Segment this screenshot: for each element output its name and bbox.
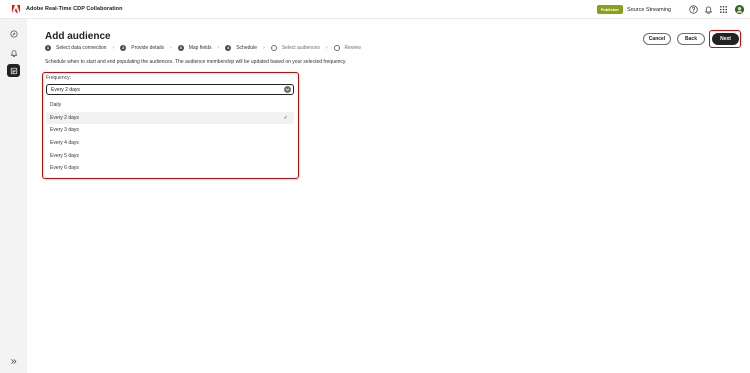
step-number: 3 [177,44,184,51]
top-bar: Adobe Real-Time CDP Collaboration Publis… [0,0,750,19]
checkmark-icon: ✓ [283,114,288,121]
explore-icon[interactable] [7,27,20,40]
chevron-right-icon: › [263,44,265,51]
apps-grid-icon[interactable] [719,5,728,14]
option-every-4-days[interactable]: Every 4 days [46,137,294,150]
step-label: Review [344,44,361,51]
app-title: Adobe Real-Time CDP Collaboration [26,6,123,12]
step-map-fields: 3 Map fields [177,44,212,51]
step-number: 4 [225,44,232,51]
step-label: Schedule [236,44,258,51]
main-panel: Add audience 1 Select data connection › … [27,19,750,373]
role-badge: Publisher [596,5,623,14]
adobe-logo-icon[interactable] [12,5,20,13]
chevron-right-icon: › [325,44,328,51]
bell-rail-icon[interactable] [7,46,20,59]
chevron-right-icon: › [217,44,220,51]
option-label: Every 2 days [50,114,79,121]
step-review: Review [333,44,361,51]
cancel-button[interactable]: Cancel [643,33,671,45]
expand-rail-icon[interactable] [9,357,17,365]
schedule-description: Schedule when to start and end populatin… [45,59,347,65]
stepper: 1 Select data connection › 2 Provide det… [45,43,361,52]
next-button[interactable]: Next [712,33,739,45]
step-number: 2 [120,44,127,51]
option-every-3-days[interactable]: Every 3 days [46,124,294,137]
chevron-right-icon: › [170,44,172,51]
frequency-label: Frequency: [46,75,72,81]
chevron-down-icon[interactable] [284,86,291,93]
step-number [333,44,340,51]
step-label: Select audiences [281,44,320,51]
step-label: Provide details [131,44,165,51]
org-switcher[interactable]: Source Streaming [627,7,671,13]
frequency-options: Daily Every 2 days ✓ Every 3 days Every … [46,99,294,175]
option-every-6-days[interactable]: Every 6 days [46,162,294,175]
option-every-2-days[interactable]: Every 2 days ✓ [46,111,294,125]
step-label: Select data connection [56,44,107,51]
step-number: 1 [45,44,51,51]
step-provide-details: 2 Provide details [120,44,165,51]
frequency-value: Every 2 days [51,86,80,93]
step-select-data-connection: 1 Select data connection [45,44,107,51]
back-button[interactable]: Back [677,33,705,45]
top-bar-actions: Publisher Source Streaming [596,0,744,19]
help-icon[interactable] [689,5,698,14]
left-rail [0,19,27,373]
chevron-right-icon: › [112,44,115,51]
frequency-select[interactable]: Every 2 days [46,84,294,95]
audience-icon[interactable] [7,64,20,77]
avatar[interactable] [735,5,744,14]
option-daily[interactable]: Daily [46,99,294,112]
bell-icon[interactable] [704,5,713,14]
step-select-audiences: Select audiences [270,44,320,51]
step-number [270,44,277,51]
step-schedule: 4 Schedule [225,44,258,51]
step-label: Map fields [188,44,212,51]
frequency-field-highlight: Frequency: Every 2 days Daily Every 2 da… [42,72,299,179]
option-every-5-days[interactable]: Every 5 days [46,149,294,162]
page-title: Add audience [45,31,111,42]
